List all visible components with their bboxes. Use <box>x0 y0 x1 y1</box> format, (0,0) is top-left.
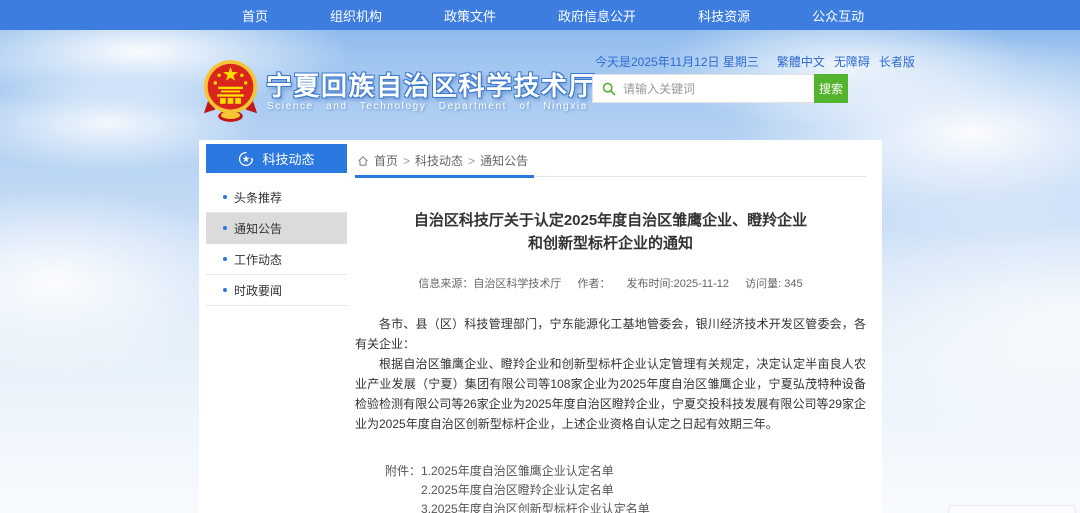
sidebar-item-political-news[interactable]: 时政要闻 <box>206 275 347 306</box>
top-nav: 首页 组织机构 政策文件 政府信息公开 科技资源 公众互动 <box>0 0 1080 30</box>
link-elderly-version[interactable]: 长者版 <box>879 53 915 70</box>
site-title: 宁夏回族自治区科学技术厅 <box>266 66 596 103</box>
page-background: 首页 组织机构 政策文件 政府信息公开 科技资源 公众互动 宁夏 <box>0 0 1080 513</box>
home-icon <box>357 155 369 167</box>
site-subtitle-english: Science and Technology Department of Nin… <box>267 101 588 112</box>
search-icon <box>602 82 616 96</box>
main-panel: 科技动态 头条推荐 通知公告 工作动态 时政要闻 <box>199 140 882 513</box>
star-circle-icon <box>238 151 254 167</box>
attachment-link[interactable]: 1.2025年度自治区雏鹰企业认定名单 <box>421 462 650 481</box>
meta-source-value: 自治区科学技术厅 <box>473 278 561 290</box>
search-input-wrap <box>592 74 814 103</box>
header-utility-row: 今天是2025年11月12日 星期三 繁體中文 无障碍 长者版 <box>595 53 880 70</box>
attachments-label: 附件： <box>385 462 421 513</box>
attachment-link[interactable]: 3.2025年度自治区创新型标杆企业认定名单 <box>421 500 650 513</box>
bullet-dot-icon <box>223 288 227 292</box>
nav-item-policy-documents[interactable]: 政策文件 <box>444 6 496 25</box>
nav-item-home[interactable]: 首页 <box>242 6 268 25</box>
sidebar: 科技动态 头条推荐 通知公告 工作动态 时政要闻 <box>206 144 347 306</box>
attachments-block: 附件： 1.2025年度自治区雏鹰企业认定名单 2.2025年度自治区瞪羚企业认… <box>385 462 866 513</box>
search-bar: 搜索 <box>592 74 848 103</box>
national-emblem-logo <box>202 58 259 123</box>
link-traditional-chinese[interactable]: 繁體中文 <box>777 53 825 70</box>
bullet-dot-icon <box>223 195 227 199</box>
nav-item-gov-info-disclosure[interactable]: 政府信息公开 <box>558 6 636 25</box>
bullet-dot-icon <box>223 226 227 230</box>
sidebar-header-tech-news[interactable]: 科技动态 <box>206 144 347 173</box>
sidebar-item-label: 时政要闻 <box>234 282 282 299</box>
sidebar-item-notices[interactable]: 通知公告 <box>206 213 347 244</box>
sidebar-item-label: 工作动态 <box>234 251 282 268</box>
meta-publish-date: 2025-11-12 <box>674 278 729 290</box>
link-accessibility[interactable]: 无障碍 <box>834 53 870 70</box>
sidebar-title: 科技动态 <box>262 149 314 168</box>
nav-item-organization[interactable]: 组织机构 <box>330 6 382 25</box>
article-paragraph: 根据自治区雏鹰企业、瞪羚企业和创新型标杆企业认定管理有关规定，决定认定半亩良人农… <box>355 354 866 434</box>
floating-widget <box>948 505 1076 513</box>
sidebar-menu: 头条推荐 通知公告 工作动态 时政要闻 <box>206 182 347 306</box>
national-emblem-icon <box>202 58 259 123</box>
meta-visits-value: 345 <box>784 278 802 290</box>
nav-item-public-interaction[interactable]: 公众互动 <box>812 6 864 25</box>
article-paragraph: 各市、县（区）科技管理部门，宁东能源化工基地管委会，银川经济技术开发区管委会，各… <box>355 314 866 354</box>
meta-publish-label: 发布时间: <box>627 278 674 290</box>
search-input[interactable] <box>623 75 814 102</box>
attachment-link[interactable]: 2.2025年度自治区瞪羚企业认定名单 <box>421 481 650 500</box>
article-body: 各市、县（区）科技管理部门，宁东能源化工基地管委会，银川经济技术开发区管委会，各… <box>355 314 866 434</box>
sidebar-item-label: 通知公告 <box>234 220 282 237</box>
article-meta: 信息来源：自治区科学技术厅 作者： 发布时间:2025-11-12 访问量: 3… <box>355 275 866 291</box>
article-title-line1: 自治区科技厅关于认定2025年度自治区雏鹰企业、瞪羚企业 <box>355 209 866 232</box>
bullet-dot-icon <box>223 257 227 261</box>
breadcrumb-inner: 首页 > 科技动态 > 通知公告 <box>355 150 534 178</box>
article-title: 自治区科技厅关于认定2025年度自治区雏鹰企业、瞪羚企业 和创新型标杆企业的通知 <box>355 209 866 255</box>
search-button[interactable]: 搜索 <box>814 74 848 103</box>
breadcrumb-current[interactable]: 通知公告 <box>480 152 528 169</box>
content-area: 首页 > 科技动态 > 通知公告 自治区科技厅关于认定2025年度自治区雏鹰企业… <box>355 150 866 513</box>
sidebar-item-label: 头条推荐 <box>234 189 282 206</box>
breadcrumb-separator: > <box>403 154 410 168</box>
breadcrumb: 首页 > 科技动态 > 通知公告 <box>355 150 866 177</box>
sidebar-item-work-updates[interactable]: 工作动态 <box>206 244 347 275</box>
breadcrumb-category[interactable]: 科技动态 <box>415 152 463 169</box>
meta-visits-label: 访问量: <box>745 278 781 290</box>
sidebar-item-headlines[interactable]: 头条推荐 <box>206 182 347 213</box>
meta-source-label: 信息来源： <box>418 278 473 290</box>
breadcrumb-home[interactable]: 首页 <box>374 152 398 169</box>
nav-item-tech-resources[interactable]: 科技资源 <box>698 6 750 25</box>
breadcrumb-separator: > <box>468 154 475 168</box>
current-date-text: 今天是2025年11月12日 星期三 <box>595 53 759 70</box>
meta-author-label: 作者： <box>577 278 610 290</box>
attachments-list: 1.2025年度自治区雏鹰企业认定名单 2.2025年度自治区瞪羚企业认定名单 … <box>421 462 650 513</box>
article-title-line2: 和创新型标杆企业的通知 <box>355 232 866 255</box>
